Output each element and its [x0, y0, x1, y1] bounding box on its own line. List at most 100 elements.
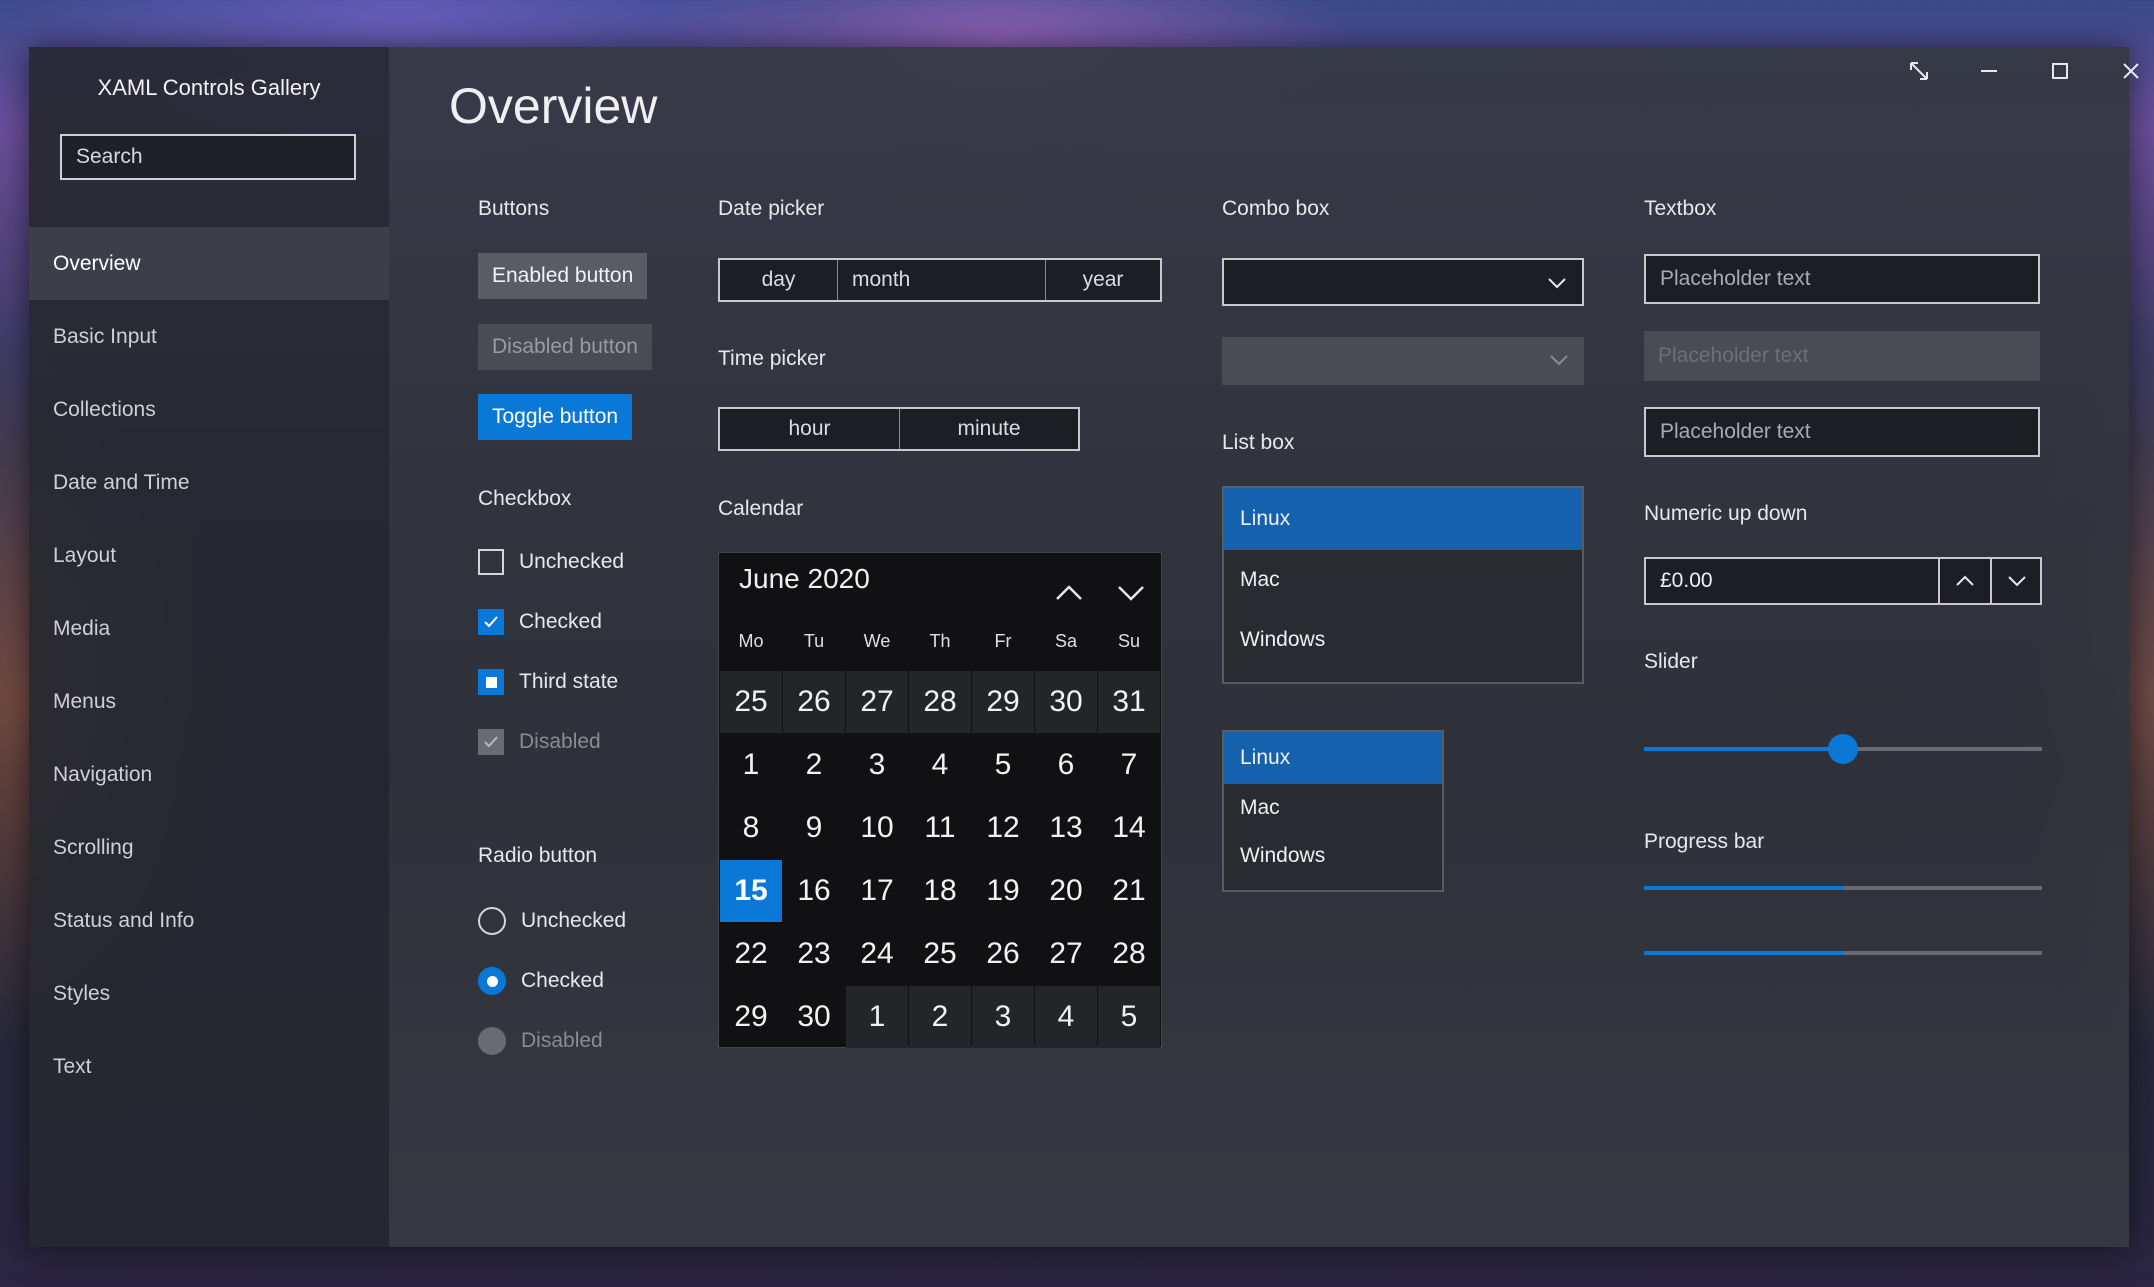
- date-picker-day[interactable]: day: [720, 260, 838, 300]
- slider-thumb[interactable]: [1828, 734, 1858, 764]
- calendar-day[interactable]: 11: [909, 797, 971, 859]
- calendar[interactable]: June 2020 Mo Tu We Th Fr Sa Su 25 26 27 28 29 30 31 1 2…: [718, 552, 1162, 1048]
- text-box[interactable]: [1644, 407, 2040, 457]
- chevron-down-icon[interactable]: [1990, 559, 2042, 603]
- radio-disabled: Disabled: [478, 1027, 603, 1055]
- slider-track[interactable]: [1644, 734, 2042, 764]
- calendar-day[interactable]: 21: [1098, 860, 1160, 922]
- calendar-day[interactable]: 4: [1035, 986, 1097, 1048]
- nav-item-overview[interactable]: Overview: [29, 227, 389, 300]
- calendar-day[interactable]: 3: [846, 734, 908, 796]
- date-picker-year[interactable]: year: [1046, 260, 1160, 300]
- time-picker-minute[interactable]: minute: [900, 409, 1078, 449]
- restore-icon[interactable]: [1889, 47, 1949, 95]
- calendar-day[interactable]: 15: [720, 860, 782, 922]
- radio-circle[interactable]: [478, 907, 506, 935]
- nav-item-layout[interactable]: Layout: [29, 519, 389, 592]
- checkmark-icon[interactable]: [478, 609, 504, 635]
- calendar-day[interactable]: 2: [909, 986, 971, 1048]
- list-item[interactable]: Windows: [1224, 832, 1442, 880]
- calendar-day[interactable]: 1: [846, 986, 908, 1048]
- calendar-day[interactable]: 25: [720, 671, 782, 733]
- calendar-day[interactable]: 17: [846, 860, 908, 922]
- close-icon[interactable]: [2101, 47, 2154, 95]
- chevron-up-icon[interactable]: [1049, 573, 1089, 613]
- nav-item-menus[interactable]: Menus: [29, 665, 389, 738]
- calendar-day[interactable]: 18: [909, 860, 971, 922]
- calendar-day[interactable]: 30: [783, 986, 845, 1048]
- calendar-day[interactable]: 16: [783, 860, 845, 922]
- radio-circle[interactable]: [478, 967, 506, 995]
- search-input[interactable]: [60, 134, 356, 180]
- list-box-compact[interactable]: Linux Mac Windows: [1222, 730, 1444, 892]
- nav-item-collections[interactable]: Collections: [29, 373, 389, 446]
- nav-item-status-and-info[interactable]: Status and Info: [29, 884, 389, 957]
- time-picker[interactable]: hour minute: [718, 407, 1080, 451]
- nav-item-scrolling[interactable]: Scrolling: [29, 811, 389, 884]
- calendar-day[interactable]: 28: [909, 671, 971, 733]
- calendar-day[interactable]: 29: [720, 986, 782, 1048]
- calendar-day[interactable]: 10: [846, 797, 908, 859]
- list-item[interactable]: Mac: [1224, 784, 1442, 832]
- radio-checked[interactable]: Checked: [478, 967, 604, 995]
- calendar-day[interactable]: 5: [1098, 986, 1160, 1048]
- checkbox-third-state[interactable]: Third state: [478, 669, 618, 695]
- checkbox-box[interactable]: [478, 549, 504, 575]
- numeric-value[interactable]: £0.00: [1660, 559, 1713, 603]
- calendar-day[interactable]: 26: [783, 671, 845, 733]
- list-item[interactable]: Linux: [1224, 732, 1442, 784]
- calendar-day[interactable]: 6: [1035, 734, 1097, 796]
- enabled-button[interactable]: Enabled button: [478, 253, 648, 299]
- calendar-day[interactable]: 14: [1098, 797, 1160, 859]
- calendar-day[interactable]: 8: [720, 797, 782, 859]
- calendar-day[interactable]: 27: [846, 671, 908, 733]
- minimize-icon[interactable]: [1959, 47, 2019, 95]
- calendar-day[interactable]: 30: [1035, 671, 1097, 733]
- radio-unchecked[interactable]: Unchecked: [478, 907, 626, 935]
- list-box[interactable]: Linux Mac Windows: [1222, 486, 1584, 684]
- chevron-down-icon[interactable]: [1111, 573, 1151, 613]
- calendar-day[interactable]: 12: [972, 797, 1034, 859]
- indeterminate-icon[interactable]: [478, 669, 504, 695]
- nav-item-navigation[interactable]: Navigation: [29, 738, 389, 811]
- list-item[interactable]: Linux: [1224, 488, 1582, 550]
- combo-box[interactable]: [1222, 258, 1584, 306]
- checkbox-checked[interactable]: Checked: [478, 609, 602, 635]
- calendar-day[interactable]: 1: [720, 734, 782, 796]
- calendar-day[interactable]: 9: [783, 797, 845, 859]
- nav-item-date-and-time[interactable]: Date and Time: [29, 446, 389, 519]
- calendar-day[interactable]: 13: [1035, 797, 1097, 859]
- calendar-day[interactable]: 19: [972, 860, 1034, 922]
- calendar-day[interactable]: 31: [1098, 671, 1160, 733]
- numeric-up-down[interactable]: £0.00: [1644, 557, 2042, 605]
- date-picker[interactable]: day month year: [718, 258, 1162, 302]
- checkbox-unchecked[interactable]: Unchecked: [478, 549, 624, 575]
- calendar-day[interactable]: 20: [1035, 860, 1097, 922]
- calendar-day[interactable]: 26: [972, 923, 1034, 985]
- calendar-day[interactable]: 24: [846, 923, 908, 985]
- time-picker-hour[interactable]: hour: [720, 409, 900, 449]
- calendar-day[interactable]: 25: [909, 923, 971, 985]
- list-item[interactable]: Mac: [1224, 550, 1582, 610]
- nav-item-text[interactable]: Text: [29, 1030, 389, 1103]
- calendar-day[interactable]: 28: [1098, 923, 1160, 985]
- calendar-day[interactable]: 23: [783, 923, 845, 985]
- list-item[interactable]: Windows: [1224, 610, 1582, 670]
- calendar-day[interactable]: 29: [972, 671, 1034, 733]
- chevron-up-icon[interactable]: [1938, 559, 1990, 603]
- nav-item-media[interactable]: Media: [29, 592, 389, 665]
- calendar-day[interactable]: 4: [909, 734, 971, 796]
- calendar-day[interactable]: 22: [720, 923, 782, 985]
- nav-item-basic-input[interactable]: Basic Input: [29, 300, 389, 373]
- calendar-day[interactable]: 7: [1098, 734, 1160, 796]
- calendar-day[interactable]: 2: [783, 734, 845, 796]
- date-picker-month[interactable]: month: [838, 260, 1046, 300]
- text-box[interactable]: [1644, 254, 2040, 304]
- maximize-icon[interactable]: [2030, 47, 2090, 95]
- nav-item-styles[interactable]: Styles: [29, 957, 389, 1030]
- calendar-month-label[interactable]: June 2020: [739, 563, 870, 595]
- calendar-day[interactable]: 27: [1035, 923, 1097, 985]
- calendar-day[interactable]: 5: [972, 734, 1034, 796]
- toggle-button[interactable]: Toggle button: [478, 394, 633, 440]
- calendar-day[interactable]: 3: [972, 986, 1034, 1048]
